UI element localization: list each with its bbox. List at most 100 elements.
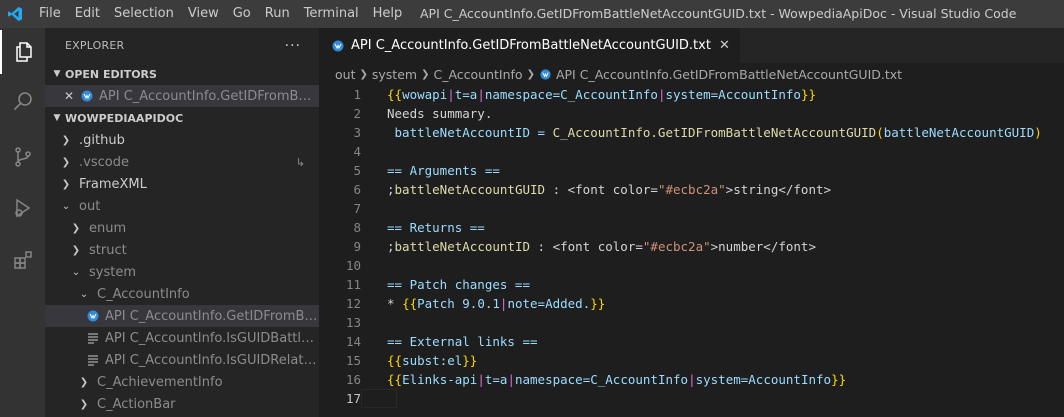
menu-selection[interactable]: Selection [107,0,181,28]
file-tree: ❯ .github ❯ .vscode ↳ ❯ FrameXML ⌄ out ❯… [45,129,319,415]
activity-bar [0,28,45,417]
open-editor-item[interactable]: ✕ API C_AccountInfo.GetIDFromBattleNetAc… [45,85,319,107]
run-debug-icon[interactable] [0,186,45,230]
code-token: system=AccountInfo [665,87,801,102]
breadcrumb-file[interactable]: API C_AccountInfo.GetIDFromBattleNetAcco… [556,67,902,82]
close-icon[interactable]: ✕ [719,38,730,53]
tree-item-system[interactable]: ⌄ system [45,261,319,283]
tree-item-github[interactable]: ❯ .github [45,129,319,151]
code-line[interactable]: 8 == Returns == [319,218,1064,237]
code-token: * [387,296,403,311]
code-line[interactable]: 2 Needs summary. [319,104,1064,123]
tree-item-vscode[interactable]: ❯ .vscode ↳ [45,151,319,173]
code-line[interactable]: 13 [319,313,1064,332]
extensions-icon[interactable] [0,238,45,282]
code-line[interactable]: 16 {{Elinks-api|t=a|namespace=C_AccountIn… [319,370,1064,389]
open-editors-header[interactable]: ▼ OPEN EDITORS [45,63,319,85]
chevron-right-icon: ❯ [71,222,81,234]
explorer-sidebar: EXPLORER ··· ▼ OPEN EDITORS ✕ API C_Acco… [45,28,319,417]
chevron-down-icon: ⌄ [61,200,71,212]
menu-go[interactable]: Go [226,0,258,28]
menu-run[interactable]: Run [258,0,297,28]
menu-view[interactable]: View [181,0,226,28]
menu-help[interactable]: Help [366,0,410,28]
code-token: battleNetAccountGUID [394,182,546,197]
code-token: <font color= [567,182,658,197]
menu-terminal[interactable]: Terminal [297,0,366,28]
line-number: 7 [353,201,361,216]
more-actions-icon[interactable]: ··· [285,38,301,54]
code-token: C_AccountInfo.GetIDFromBattleNetAccountG… [552,125,877,140]
editor-tab[interactable]: API C_AccountInfo.GetIDFromBattleNetAcco… [319,28,740,63]
source-control-icon[interactable] [0,135,45,179]
tree-item-file-isguidrelated[interactable]: API C_AccountInfo.IsGUIDRelatedToLocalAc… [45,349,319,371]
line-content: Needs summary. [361,104,492,123]
search-icon[interactable] [0,80,45,124]
tree-item-struct[interactable]: ❯ struct [45,239,319,261]
code-token: >string</font> [725,182,832,197]
chevron-right-icon: ❯ [61,156,71,168]
code-line[interactable]: 4 [319,142,1064,161]
menu-bar: File Edit Selection View Go Run Terminal… [32,0,409,28]
text-file-icon [85,332,101,344]
line-content: == Arguments == [361,161,500,180]
code-line[interactable]: 10 [319,256,1064,275]
close-icon[interactable]: ✕ [61,89,77,103]
line-number: 2 [353,106,361,121]
line-number: 16 [345,372,361,387]
files-icon[interactable] [0,30,45,74]
code-line[interactable]: 15 {{subst:el}} [319,351,1064,370]
code-line[interactable]: 7 [319,199,1064,218]
code-token: }} [831,372,847,387]
code-token: : [530,239,553,254]
line-number: 14 [345,334,361,349]
breadcrumb-c-accountinfo[interactable]: C_AccountInfo [433,67,522,82]
tree-item-framexml[interactable]: ❯ FrameXML [45,173,319,195]
code-token: namespace=C_AccountInfo [514,372,689,387]
code-line[interactable]: 17 [319,389,1064,408]
code-token: : [545,182,568,197]
menu-file[interactable]: File [32,0,68,28]
code-line[interactable]: 14 == External links == [319,332,1064,351]
line-content: * {{Patch 9.0.1|note=Added.}} [361,294,605,313]
code-token: == Patch changes == [387,277,530,292]
breadcrumb-out[interactable]: out [335,67,355,82]
tree-item-file-isguidbnet[interactable]: API C_AccountInfo.IsGUIDBattleNetAccount… [45,327,319,349]
editor-tab-label: API C_AccountInfo.GetIDFromBattleNetAcco… [351,38,711,53]
code-token: Needs summary. [387,106,493,121]
tree-item-file-getid[interactable]: API C_AccountInfo.GetIDFromBattleNetAcco… [45,305,319,327]
code-line[interactable]: 5 == Arguments == [319,161,1064,180]
line-number: 3 [353,125,361,140]
code-token: | [477,87,485,102]
editor-tabs: API C_AccountInfo.GetIDFromBattleNetAcco… [319,28,1064,63]
workspace-header[interactable]: ▼ WOWPEDIAAPIDOC [45,107,319,129]
code-line[interactable]: 9 ;battleNetAccountID : <font color="#ecb… [319,237,1064,256]
tree-item-c-actionbar[interactable]: ❯ C_ActionBar [45,393,319,415]
code-token: "#ecbc2a" [657,182,726,197]
tree-item-c-accountinfo[interactable]: ⌄ C_AccountInfo [45,283,319,305]
code-token: }} [590,296,606,311]
code-line[interactable]: 6 ;battleNetAccountGUID : <font color="#e… [319,180,1064,199]
code-editor[interactable]: 1 {{wowapi|t=a|namespace=C_AccountInfo|sy… [319,85,1064,408]
wow-file-icon [331,39,345,53]
chevron-right-icon: ❯ [79,398,89,410]
code-token: | [477,372,485,387]
tree-item-out[interactable]: ⌄ out [45,195,319,217]
code-token: }} [800,87,817,102]
tree-item-c-achievementinfo[interactable]: ❯ C_AchievementInfo [45,371,319,393]
code-line[interactable]: 12 * {{Patch 9.0.1|note=Added.}} [319,294,1064,313]
chevron-down-icon: ⌄ [79,288,89,300]
code-line[interactable]: 11 == Patch changes == [319,275,1064,294]
workspace-label: WOWPEDIAAPIDOC [65,111,184,125]
tree-item-enum[interactable]: ❯ enum [45,217,319,239]
window-title: API C_AccountInfo.GetIDFromBattleNetAcco… [420,6,1017,21]
code-token: battleNetAccountID = [387,125,553,140]
menu-edit[interactable]: Edit [68,0,107,28]
code-line[interactable]: 3 battleNetAccountID = C_AccountInfo.Get… [319,123,1064,142]
line-content: {{wowapi|t=a|namespace=C_AccountInfo|sys… [361,85,816,104]
line-content: ;battleNetAccountID : <font color="#ecbc… [361,237,816,256]
code-line[interactable]: 1 {{wowapi|t=a|namespace=C_AccountInfo|sy… [319,85,1064,104]
breadcrumb-system[interactable]: system [372,67,417,82]
chevron-right-icon: ❯ [61,134,71,146]
code-token: == Arguments == [387,163,500,178]
